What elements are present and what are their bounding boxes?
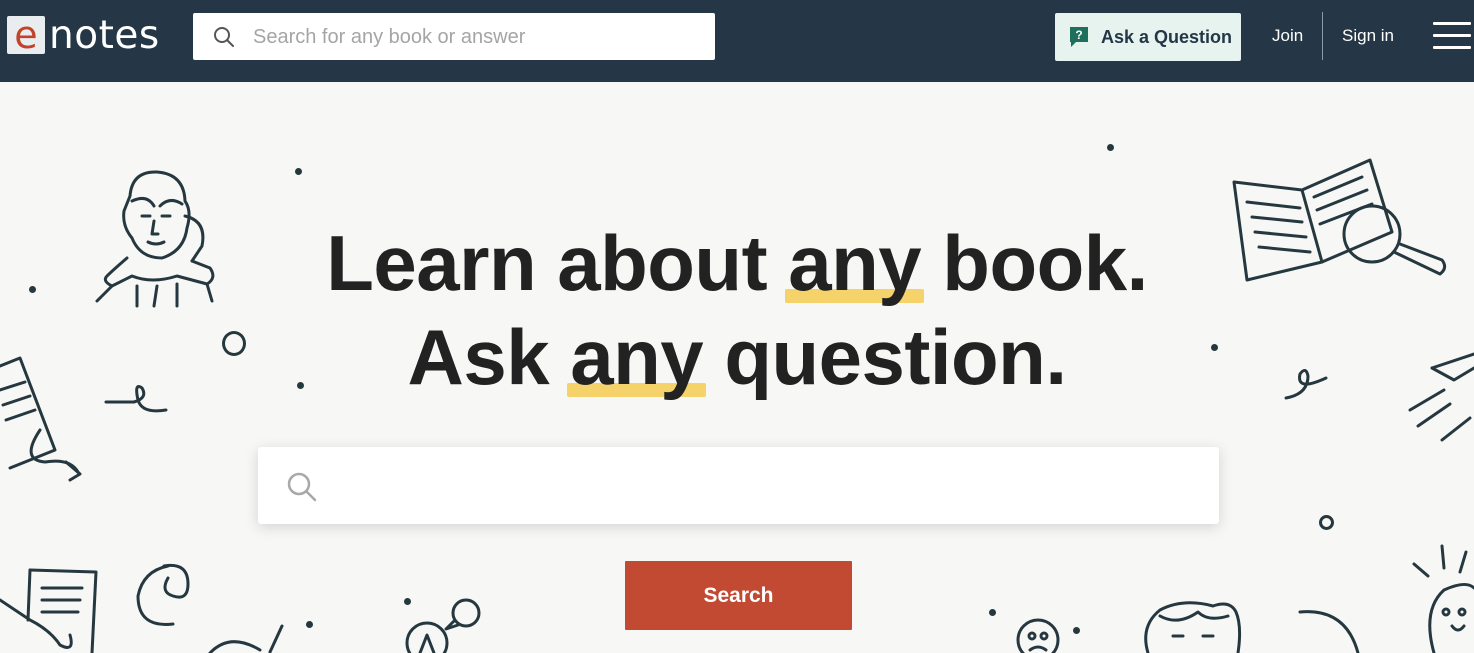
search-icon xyxy=(214,27,234,47)
header-search-box[interactable] xyxy=(193,13,715,62)
join-link[interactable]: Join xyxy=(1272,26,1303,46)
curl-doodle xyxy=(136,563,190,626)
arc-doodle xyxy=(208,624,284,653)
logo-mark: e xyxy=(7,16,45,54)
hero-headline-line1: Learn about any book. xyxy=(0,218,1474,309)
decor-dot xyxy=(295,168,302,175)
hero-search-input[interactable] xyxy=(333,447,1197,526)
arc-doodle xyxy=(1298,610,1360,653)
logo-text: notes xyxy=(49,12,160,58)
hero-search-box[interactable] xyxy=(258,447,1219,526)
document-doodle xyxy=(0,568,98,653)
headline-text: Ask xyxy=(407,313,571,401)
decor-dot xyxy=(1073,627,1080,634)
highlight-word: any xyxy=(785,218,925,309)
menu-icon[interactable] xyxy=(1433,22,1471,52)
hero-headline-line2: Ask any question. xyxy=(0,312,1474,403)
header-search-input[interactable] xyxy=(251,13,695,62)
decor-dot xyxy=(1107,144,1114,151)
decor-dot xyxy=(989,609,996,616)
top-navigation-bar: e notes ? Ask a Question Join Sign in xyxy=(0,0,1474,82)
headline-text: book. xyxy=(921,219,1148,307)
decor-dot xyxy=(404,598,411,605)
decor-ring xyxy=(1319,515,1334,530)
headline-text: question. xyxy=(703,313,1067,401)
search-button[interactable]: Search xyxy=(625,561,852,630)
enotes-logo[interactable]: e notes xyxy=(7,12,160,58)
idea-doodle xyxy=(1412,544,1474,653)
face-doodle xyxy=(1016,618,1060,653)
nav-divider xyxy=(1322,12,1323,60)
question-bubble-icon: ? xyxy=(1070,27,1088,47)
ask-question-label: Ask a Question xyxy=(1101,26,1233,47)
headline-text: Learn about xyxy=(326,219,789,307)
decor-dot xyxy=(306,621,313,628)
ask-question-button[interactable]: ? Ask a Question xyxy=(1055,13,1241,61)
svg-text:?: ? xyxy=(1075,28,1082,42)
highlight-word: any xyxy=(567,312,707,403)
student-doodle xyxy=(1144,601,1242,653)
sign-in-link[interactable]: Sign in xyxy=(1342,26,1394,46)
search-icon xyxy=(287,472,317,502)
speech-bubble-doodle xyxy=(405,598,481,653)
